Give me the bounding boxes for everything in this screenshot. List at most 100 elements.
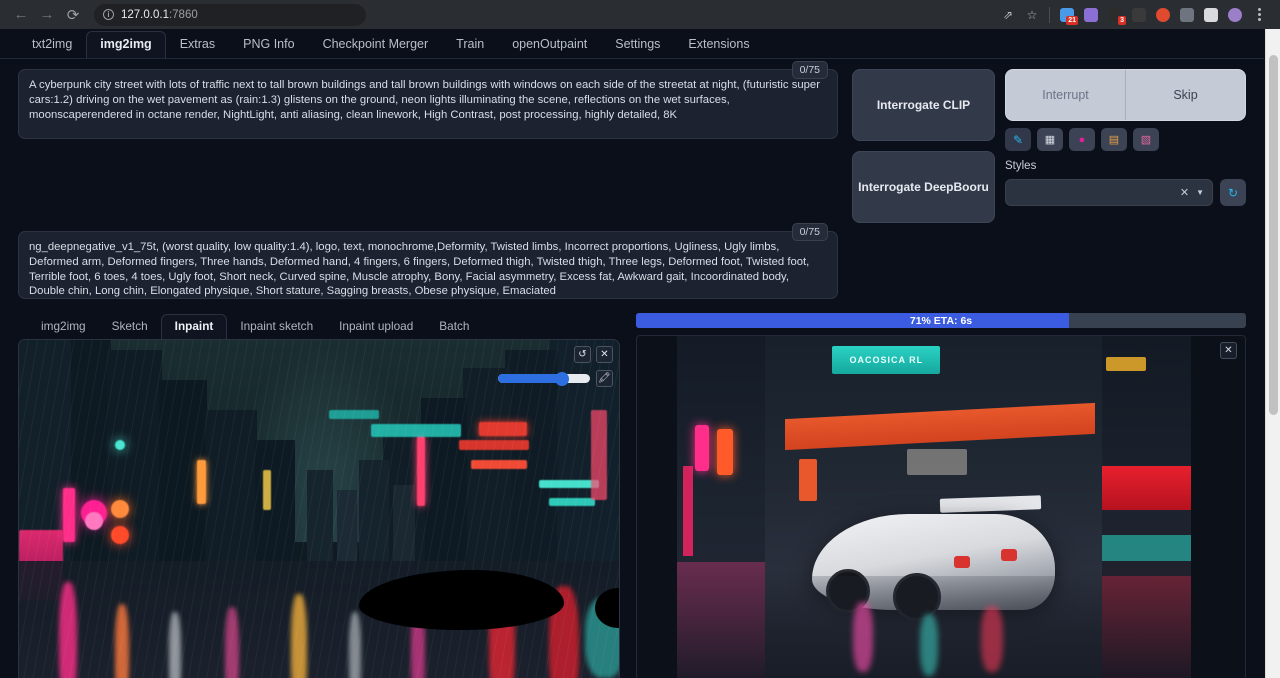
clipboard-paste-icon[interactable]: ▤: [1101, 128, 1127, 151]
styles-dropdown[interactable]: ✕ ▼: [1005, 179, 1213, 206]
brush-size-row: 🖍: [498, 370, 613, 387]
forward-arrow-icon[interactable]: →: [34, 2, 60, 28]
result-image: OACOSICA RL: [677, 336, 1191, 678]
positive-token-counter: 0/75: [792, 61, 828, 79]
source-image: [19, 340, 619, 678]
restore-progress-icon[interactable]: ✎: [1005, 128, 1031, 151]
toolbar-divider: [1049, 7, 1050, 23]
styles-label: Styles: [1005, 160, 1246, 172]
address-bar[interactable]: i 127.0.0.1:7860: [94, 4, 366, 26]
tab-settings[interactable]: Settings: [601, 32, 674, 58]
positive-prompt-input[interactable]: A cyberpunk city street with lots of tra…: [18, 69, 838, 139]
input-pane: img2img Sketch Inpaint Inpaint sketch In…: [18, 313, 620, 678]
rain-overlay: [19, 340, 619, 678]
negative-prompt-row: 0/75 ng_deepnegative_v1_75t, (worst qual…: [18, 231, 1246, 299]
extension-colorpicker-icon[interactable]: [1152, 4, 1174, 26]
positive-prompt-row: 0/75 A cyberpunk city street with lots o…: [18, 69, 1246, 223]
prompt-side-controls: Interrogate CLIP Interrogate DeepBooru I…: [852, 69, 1246, 223]
tab-checkpoint-merger[interactable]: Checkpoint Merger: [309, 32, 443, 58]
neon-sign-text: OACOSICA RL: [832, 346, 940, 373]
address-bar-url: 127.0.0.1:7860: [121, 9, 198, 21]
browser-chrome: ← → ⟳ i 127.0.0.1:7860 ⇗ ☆ 21 3: [0, 0, 1280, 29]
extension-dark-badge: 3: [1118, 16, 1126, 25]
magenta-dot-icon[interactable]: ●: [1069, 128, 1095, 151]
share-icon[interactable]: ⇗: [997, 4, 1019, 26]
dice-seed-icon[interactable]: ▦: [1037, 128, 1063, 151]
main-panes: img2img Sketch Inpaint Inpaint sketch In…: [18, 313, 1246, 678]
app-content: 0/75 A cyberpunk city street with lots o…: [0, 59, 1264, 678]
extension-avatar-icon[interactable]: [1224, 4, 1246, 26]
close-x-icon[interactable]: ✕: [1220, 342, 1237, 359]
tab-extensions[interactable]: Extensions: [674, 32, 763, 58]
clear-x-icon[interactable]: ✕: [1180, 186, 1189, 199]
url-port: :7860: [169, 9, 198, 21]
tab-txt2img[interactable]: txt2img: [18, 32, 86, 58]
page-scrollbar[interactable]: [1265, 29, 1280, 678]
img2img-sub-tab-bar: img2img Sketch Inpaint Inpaint sketch In…: [18, 313, 620, 339]
extension-notion-icon[interactable]: [1128, 4, 1150, 26]
canvas-tool-group: ↺ ✕: [574, 346, 613, 363]
chevron-down-icon[interactable]: ▼: [1196, 188, 1204, 197]
brush-size-slider[interactable]: [498, 374, 590, 383]
brush-slider-knob[interactable]: [555, 372, 569, 386]
extension-ia-icon[interactable]: [1080, 4, 1102, 26]
styles-row: ✕ ▼ ↻: [1005, 179, 1246, 206]
interrupt-skip-group: Interrupt Skip: [1005, 69, 1246, 121]
generation-controls: Interrupt Skip ✎ ▦ ● ▤ ▧ Styles ✕: [1005, 69, 1246, 223]
result-image-panel[interactable]: ✕: [636, 335, 1246, 678]
tab-extras[interactable]: Extras: [166, 32, 229, 58]
quick-icon-row: ✎ ▦ ● ▤ ▧: [1005, 128, 1246, 151]
url-host: 127.0.0.1: [121, 9, 169, 21]
interrogate-deepbooru-button[interactable]: Interrogate DeepBooru: [852, 151, 995, 223]
brush-slider-fill: [498, 374, 561, 383]
undo-icon[interactable]: ↺: [574, 346, 591, 363]
orange-facade-band: [785, 403, 1095, 450]
back-arrow-icon[interactable]: ←: [8, 2, 34, 28]
negative-token-counter: 0/75: [792, 223, 828, 241]
subtab-sketch[interactable]: Sketch: [99, 315, 161, 339]
info-icon[interactable]: i: [103, 9, 114, 20]
extension-blue-icon[interactable]: 21: [1056, 4, 1078, 26]
star-icon[interactable]: ☆: [1021, 4, 1043, 26]
reload-icon[interactable]: ⟳: [60, 2, 86, 28]
interrogate-clip-button[interactable]: Interrogate CLIP: [852, 69, 995, 141]
browser-toolbar-right: ⇗ ☆ 21 3: [997, 4, 1272, 26]
refresh-icon[interactable]: ↻: [1220, 179, 1246, 206]
webui-app: txt2img img2img Extras PNG Info Checkpoi…: [0, 29, 1264, 678]
page-scroll-thumb[interactable]: [1269, 55, 1278, 415]
extension-dark-icon[interactable]: 3: [1104, 4, 1126, 26]
output-pane: 71% ETA: 6s ✕: [636, 313, 1246, 678]
skip-button[interactable]: Skip: [1126, 70, 1245, 120]
main-tab-bar: txt2img img2img Extras PNG Info Checkpoi…: [0, 29, 1264, 59]
tab-train[interactable]: Train: [442, 32, 498, 58]
right-street-strip: [1102, 336, 1191, 678]
subtab-inpaint[interactable]: Inpaint: [161, 314, 228, 339]
interrupt-button[interactable]: Interrupt: [1006, 70, 1125, 120]
tab-img2img[interactable]: img2img: [86, 31, 165, 58]
neon-sign: OACOSICA RL: [832, 346, 940, 373]
negative-prompt-col: 0/75 ng_deepnegative_v1_75t, (worst qual…: [18, 231, 838, 299]
left-street-strip: [677, 336, 765, 678]
subtab-img2img[interactable]: img2img: [28, 315, 99, 339]
inpaint-canvas[interactable]: ↺ ✕ 🖍 ◀ ▶: [18, 339, 620, 678]
tab-png-info[interactable]: PNG Info: [229, 32, 308, 58]
street-scene: [19, 340, 619, 678]
car-rear-wing: [940, 495, 1042, 512]
generated-car-scene: OACOSICA RL: [765, 336, 1102, 678]
subtab-inpaint-sketch[interactable]: Inpaint sketch: [227, 315, 326, 339]
extension-puzzle-icon[interactable]: [1176, 4, 1198, 26]
apply-style-icon[interactable]: ▧: [1133, 128, 1159, 151]
brush-icon[interactable]: 🖍: [596, 370, 613, 387]
positive-prompt-col: 0/75 A cyberpunk city street with lots o…: [18, 69, 838, 139]
tab-openoutpaint[interactable]: openOutpaint: [498, 32, 601, 58]
extension-blue-badge: 21: [1066, 16, 1078, 25]
negative-prompt-input[interactable]: ng_deepnegative_v1_75t, (worst quality, …: [18, 231, 838, 299]
subtab-batch[interactable]: Batch: [426, 315, 482, 339]
subtab-inpaint-upload[interactable]: Inpaint upload: [326, 315, 426, 339]
interrogate-column: Interrogate CLIP Interrogate DeepBooru: [852, 69, 995, 223]
extension-square-icon[interactable]: [1200, 4, 1222, 26]
progress-label: 71% ETA: 6s: [636, 313, 1246, 328]
kebab-menu-icon[interactable]: [1248, 4, 1270, 26]
clear-x-icon[interactable]: ✕: [596, 346, 613, 363]
generation-progress-bar: 71% ETA: 6s: [636, 313, 1246, 328]
